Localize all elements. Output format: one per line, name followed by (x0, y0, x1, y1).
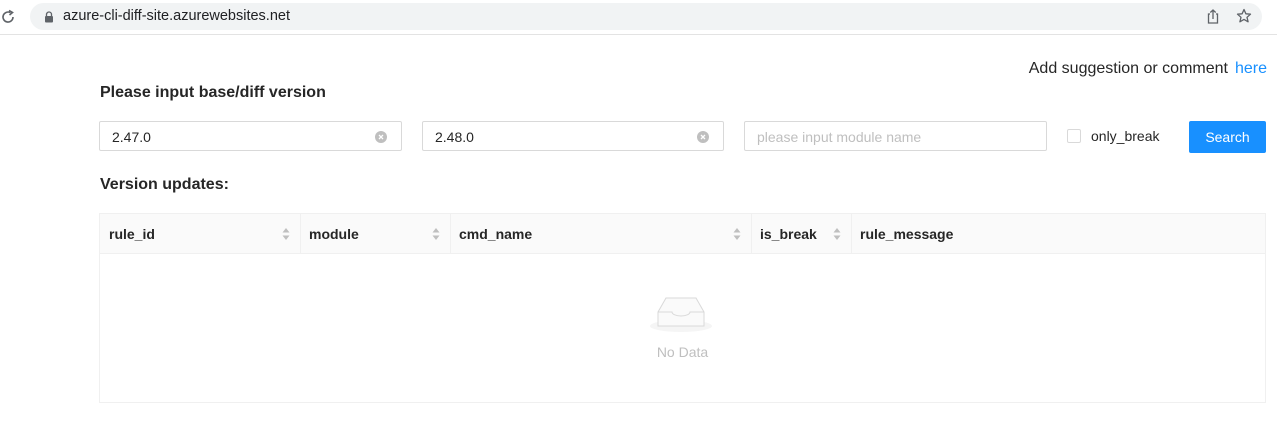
column-header-rule-message: rule_message (851, 214, 1265, 253)
column-label: rule_id (109, 226, 155, 242)
column-header-cmd-name[interactable]: cmd_name (450, 214, 751, 253)
base-version-value: 2.47.0 (112, 129, 151, 145)
only-break-label[interactable]: only_break (1091, 128, 1160, 144)
results-heading: Version updates: (100, 176, 229, 193)
form-heading: Please input base/diff version (100, 84, 326, 101)
table-header: rule_id module cmd_name is_break rule_me… (100, 214, 1265, 254)
reload-icon[interactable] (0, 9, 16, 25)
module-name-input[interactable]: please input module name (744, 121, 1047, 151)
search-button[interactable]: Search (1189, 121, 1266, 153)
module-name-placeholder: please input module name (757, 129, 922, 145)
clear-icon[interactable] (375, 131, 387, 143)
suggestion-text: Add suggestion or comment (1028, 60, 1228, 77)
clear-icon[interactable] (697, 131, 709, 143)
column-label: module (309, 226, 359, 242)
suggestion-link[interactable]: here (1235, 60, 1267, 77)
browser-address-bar: azure-cli-diff-site.azurewebsites.net (0, 0, 1277, 35)
column-label: rule_message (860, 226, 954, 242)
sort-icon (833, 228, 841, 240)
url-bar[interactable]: azure-cli-diff-site.azurewebsites.net (30, 3, 1262, 30)
column-header-rule-id[interactable]: rule_id (100, 214, 300, 253)
share-icon[interactable] (1206, 9, 1220, 24)
column-label: is_break (760, 226, 817, 242)
diff-version-value: 2.48.0 (435, 129, 474, 145)
sort-icon (282, 228, 290, 240)
column-header-is-break[interactable]: is_break (751, 214, 851, 253)
sort-icon (733, 228, 741, 240)
lock-icon (45, 11, 53, 23)
sort-icon (432, 228, 440, 240)
suggestion-line: Add suggestion or comment here (1029, 60, 1267, 78)
diff-version-input[interactable]: 2.48.0 (422, 121, 724, 151)
empty-state-text: No Data (656, 344, 709, 360)
empty-inbox-icon (650, 297, 712, 332)
column-label: cmd_name (459, 226, 533, 242)
results-table: rule_id module cmd_name is_break rule_me… (99, 213, 1266, 403)
column-header-module[interactable]: module (300, 214, 450, 253)
url-text: azure-cli-diff-site.azurewebsites.net (63, 8, 290, 24)
only-break-checkbox[interactable] (1067, 129, 1081, 143)
base-version-input[interactable]: 2.47.0 (99, 121, 402, 151)
bookmark-star-icon[interactable] (1236, 8, 1252, 24)
